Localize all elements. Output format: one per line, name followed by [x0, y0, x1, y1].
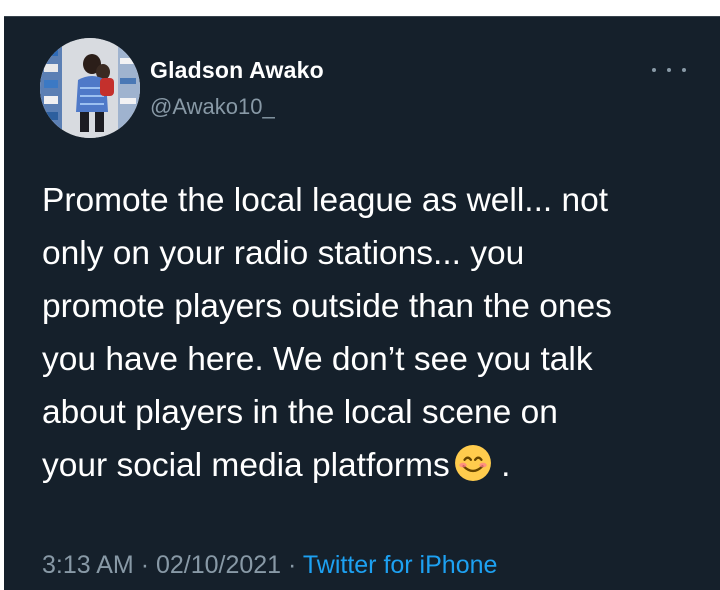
- meta-separator: ·: [140, 551, 150, 579]
- tweet-text-line: your social media platforms: [42, 447, 450, 484]
- tweet-date[interactable]: 02/10/2021: [156, 551, 281, 579]
- tweet-text-line: only on your radio stations... you: [42, 235, 525, 272]
- tweet-text-line: about players in the local scene on: [42, 394, 558, 431]
- more-options-button[interactable]: [652, 60, 686, 80]
- avatar-photo: [40, 38, 140, 138]
- tweet-text-line: Promote the local league as well... not: [42, 182, 609, 219]
- tweet-text-end-punct: .: [501, 447, 511, 484]
- tweet-metadata: 3:13 AM · 02/10/2021 · Twitter for iPhon…: [42, 551, 497, 580]
- meta-separator: ·: [288, 551, 297, 579]
- tweet-time[interactable]: 3:13 AM: [42, 551, 134, 579]
- smiling-face-emoji-icon: [454, 445, 491, 481]
- author-avatar[interactable]: [40, 38, 140, 138]
- tweet-text-line: promote players outside than the ones: [42, 288, 612, 325]
- tweet-text-line: you have here. We don’t see you talk: [42, 341, 593, 378]
- tweet-source-link[interactable]: Twitter for iPhone: [303, 551, 498, 579]
- tweet-text: Promote the local league as well... not …: [42, 174, 702, 492]
- author-display-name[interactable]: Gladson Awako: [150, 57, 324, 84]
- more-horizontal-icon: [652, 68, 656, 72]
- tweet-text-last-line: your social media platforms .: [42, 439, 702, 492]
- author-handle[interactable]: @Awako10_: [150, 94, 275, 120]
- tweet-card: Gladson Awako @Awako10_ Promote the loca…: [4, 16, 720, 590]
